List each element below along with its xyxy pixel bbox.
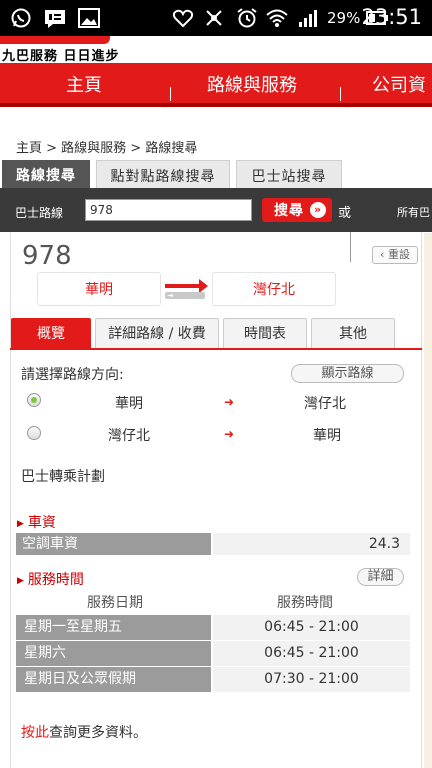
main-nav: 主頁 路線與服務 公司資 [0, 63, 432, 103]
nav-underline [0, 103, 432, 107]
arrow-right-icon: ➜ [224, 395, 235, 409]
fare-section-title: ▶ 車資 [17, 515, 56, 531]
nav-divider [170, 87, 171, 101]
service-day: 星期六 [16, 641, 211, 666]
fare-label: 空調車資 [16, 533, 211, 555]
nav-divider [340, 87, 341, 101]
chevron-left-icon: ‹ [380, 248, 385, 261]
status-bar: 29% 23:51 [0, 0, 432, 36]
wifi-icon [266, 7, 288, 29]
arrow-right-icon: ➜ [224, 427, 235, 441]
breadcrumb[interactable]: 主頁 > 路線與服務 > 路線搜尋 [16, 137, 197, 156]
logo-slogan[interactable]: 九巴服務 日日進步 [2, 45, 120, 64]
service-time: 06:45 - 21:00 [213, 641, 410, 666]
triangle-right-icon: ▶ [17, 519, 24, 529]
reset-button-label: 重設 [387, 248, 410, 261]
clock: 23:51 [361, 5, 422, 29]
route-input[interactable] [85, 199, 252, 221]
whatsapp-icon [10, 7, 32, 29]
hours-col-time: 服務時間 [277, 595, 333, 611]
nav-item-routes[interactable]: 路線與服務 [207, 71, 297, 97]
service-day: 星期一至星期五 [16, 615, 211, 640]
tab-point-to-point[interactable]: 點對點路線搜尋 [96, 160, 230, 188]
triangle-right-icon: ▶ [17, 576, 24, 586]
hours-section-title: ▶ 服務時間 [17, 572, 84, 588]
direction-1-to[interactable]: 灣仔北 [304, 393, 346, 413]
route-input-label: 巴士路線 [15, 206, 64, 220]
search-divider [350, 232, 351, 262]
route-number: 978 [22, 241, 72, 271]
tab-bus-stop-search[interactable]: 巴士站搜尋 [236, 160, 342, 188]
reset-button[interactable]: ‹ 重設 [372, 246, 418, 264]
route-info-tabs: 概覽 詳細路線 / 收費 時間表 其他 [10, 316, 422, 350]
show-route-button[interactable]: 顯示路線 [291, 364, 404, 383]
service-time: 07:30 - 21:00 [213, 667, 410, 692]
service-day: 星期日及公眾假期 [16, 667, 211, 692]
mute-icon [204, 7, 224, 29]
direction-2-to[interactable]: 華明 [313, 425, 341, 445]
more-info-text: 按此查詢更多資料。 [21, 725, 147, 741]
table-row: 星期日及公眾假期 07:30 - 21:00 [16, 667, 410, 692]
tab-route-search[interactable]: 路線搜尋 [2, 160, 90, 188]
tab-route-detail-fare[interactable]: 詳細路線 / 收費 [95, 318, 219, 348]
nav-item-home[interactable]: 主頁 [66, 71, 102, 97]
logo-mark [0, 36, 110, 44]
page-edge [424, 233, 432, 768]
direction-2-from[interactable]: 灣仔北 [108, 425, 150, 445]
swap-direction-button[interactable] [163, 277, 210, 301]
table-row: 星期六 06:45 - 21:00 [16, 641, 410, 666]
service-time: 06:45 - 21:00 [213, 615, 410, 640]
alarm-icon [236, 7, 258, 29]
image-icon [78, 7, 100, 29]
direction-radio-1[interactable] [27, 393, 41, 407]
tab-others[interactable]: 其他 [311, 318, 395, 348]
tab-timetable[interactable]: 時間表 [223, 318, 307, 348]
hours-col-day: 服務日期 [87, 595, 143, 611]
table-row: 星期一至星期五 06:45 - 21:00 [16, 615, 410, 640]
message-icon [44, 7, 66, 29]
fare-value: 24.3 [213, 533, 410, 555]
double-chevron-right-icon: » [310, 202, 326, 218]
more-info-link[interactable]: 按此 [21, 725, 49, 741]
search-button-label: 搜尋 [274, 203, 304, 219]
heart-outline-icon [172, 7, 194, 29]
search-tabs: 路線搜尋 點對點路線搜尋 巴士站搜尋 [0, 160, 432, 188]
all-routes-link[interactable]: 所有巴 [397, 204, 430, 220]
direction-label: 請選擇路線方向: [21, 367, 124, 383]
or-text: 或 [338, 206, 352, 221]
direction-radio-2[interactable] [27, 426, 41, 440]
tab-overview[interactable]: 概覽 [11, 318, 91, 348]
route-destination[interactable]: 灣仔北 [212, 272, 336, 306]
logo-strip: 九巴服務 日日進步 [0, 36, 432, 64]
battery-percent: 29% [327, 9, 361, 27]
hours-detail-button[interactable]: 詳細 [357, 568, 404, 586]
search-button[interactable]: 搜尋 » [262, 198, 332, 222]
route-origin[interactable]: 華明 [37, 272, 161, 306]
direction-1-from[interactable]: 華明 [115, 393, 143, 413]
fare-row: 空調車資 24.3 [16, 533, 410, 555]
search-bar: 巴士路線 搜尋 » 或 所有巴 [0, 188, 432, 232]
nav-item-company[interactable]: 公司資 [372, 71, 426, 97]
transfer-scheme-link[interactable]: 巴士轉乘計劃 [21, 466, 105, 486]
signal-icon [297, 7, 321, 29]
